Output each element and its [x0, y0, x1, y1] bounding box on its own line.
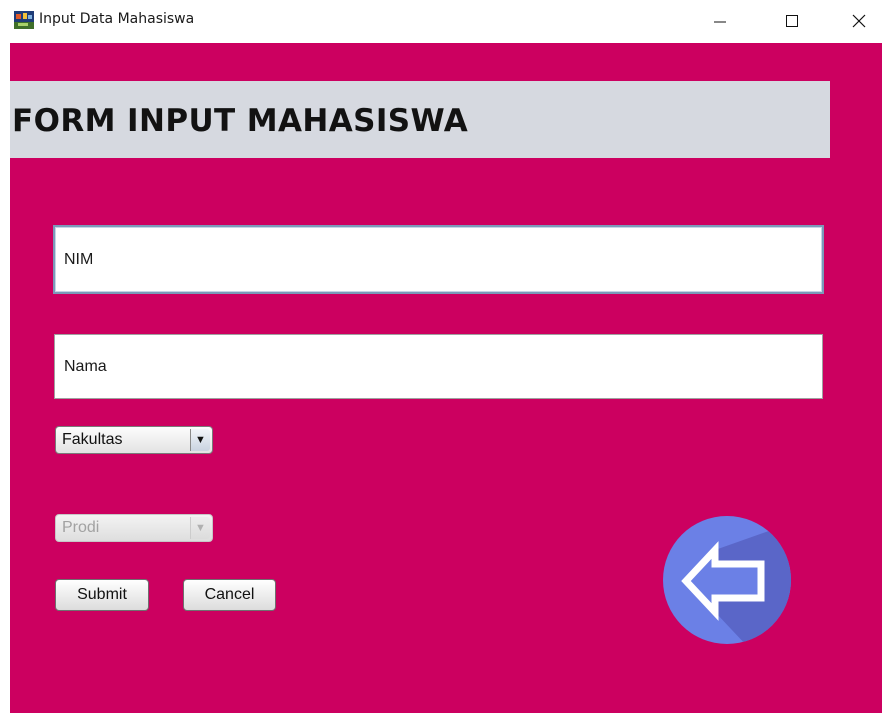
close-icon	[852, 14, 866, 28]
window-title: Input Data Mahasiswa	[39, 11, 195, 27]
back-arrow-icon	[663, 516, 791, 644]
back-button[interactable]	[663, 516, 791, 644]
prodi-combobox[interactable]: Prodi ▼	[55, 514, 213, 542]
prodi-selected-value: Prodi	[62, 519, 100, 536]
page-title: FORM INPUT MAHASISWA	[12, 103, 469, 139]
maximize-icon	[786, 15, 798, 27]
chevron-down-icon[interactable]: ▼	[190, 429, 210, 451]
java-app-icon	[14, 11, 34, 29]
chevron-down-icon[interactable]: ▼	[190, 517, 210, 539]
fakultas-combobox[interactable]: Fakultas ▼	[55, 426, 213, 454]
cancel-button[interactable]: Cancel	[183, 579, 276, 611]
nama-input[interactable]	[54, 334, 823, 399]
submit-button[interactable]: Submit	[55, 579, 149, 611]
fakultas-selected-value: Fakultas	[62, 431, 123, 448]
nim-input[interactable]	[53, 225, 824, 294]
header-band: FORM INPUT MAHASISWA	[10, 81, 830, 158]
form-panel: FORM INPUT MAHASISWA Fakultas ▼ Prodi ▼ …	[10, 43, 882, 713]
maximize-button[interactable]	[769, 0, 815, 42]
close-button[interactable]	[836, 0, 882, 42]
cancel-button-label: Cancel	[204, 586, 255, 603]
submit-button-label: Submit	[77, 586, 127, 603]
minimize-icon	[714, 21, 726, 23]
window-titlebar: Input Data Mahasiswa	[0, 0, 882, 42]
minimize-button[interactable]	[697, 0, 743, 42]
